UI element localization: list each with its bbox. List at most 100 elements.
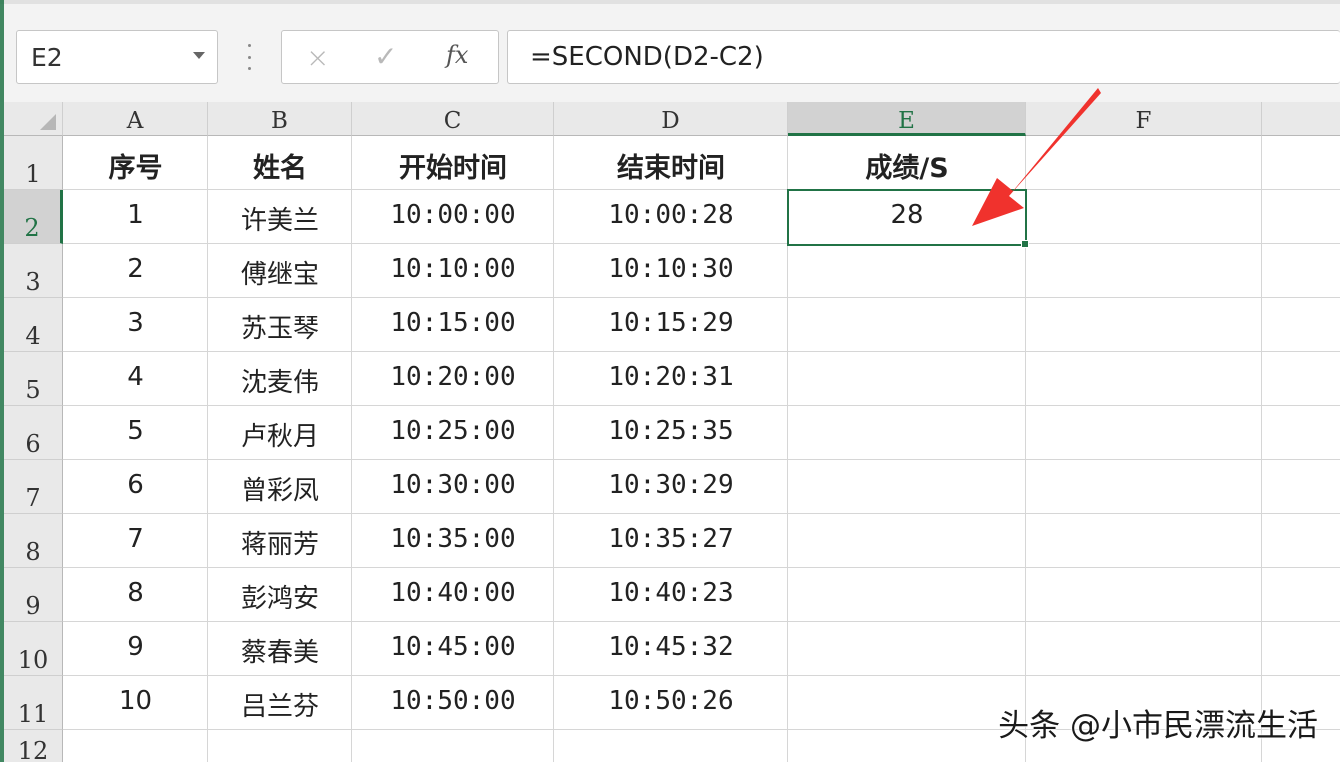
row-number: 7 (25, 484, 41, 512)
grid-line (63, 567, 1340, 568)
row-number: 1 (25, 160, 41, 188)
grid-line (1261, 136, 1262, 762)
cell-d5[interactable]: 10:20:31 (554, 362, 788, 392)
column-header-f[interactable]: F (1026, 102, 1262, 136)
cell-d7[interactable]: 10:30:29 (554, 470, 788, 500)
cell-b6[interactable]: 卢秋月 (208, 416, 352, 453)
cell-e1[interactable]: 成绩/S (788, 146, 1026, 185)
cell-d1[interactable]: 结束时间 (554, 146, 788, 185)
row-header-11[interactable]: 11 (4, 676, 63, 730)
row-header-4[interactable]: 4 (4, 298, 63, 352)
cell-c1[interactable]: 开始时间 (352, 146, 554, 185)
grid-line (63, 351, 1340, 352)
row-header-2[interactable]: 2 (4, 190, 63, 244)
column-header-a[interactable]: A (63, 102, 208, 136)
column-header-c[interactable]: C (352, 102, 554, 136)
column-header-g[interactable] (1262, 102, 1340, 136)
cell-b3[interactable]: 傅继宝 (208, 254, 352, 291)
name-box-value: E2 (31, 43, 63, 72)
cell-b8[interactable]: 蒋丽芳 (208, 524, 352, 561)
name-box[interactable]: E2 (16, 30, 218, 84)
grid-line (63, 189, 1340, 190)
row-number: 4 (25, 322, 41, 350)
row-header-9[interactable]: 9 (4, 568, 63, 622)
cell-b1[interactable]: 姓名 (208, 146, 352, 185)
row-number: 6 (25, 430, 41, 458)
cell-a5[interactable]: 4 (63, 362, 208, 392)
check-icon[interactable]: ✓ (374, 40, 397, 73)
cell-a1[interactable]: 序号 (63, 146, 208, 185)
grid-line (63, 243, 1340, 244)
cell-d4[interactable]: 10:15:29 (554, 308, 788, 338)
grid-line (63, 621, 1340, 622)
drag-handle-icon[interactable] (247, 44, 251, 70)
formula-buttons: × ✓ fx (281, 30, 499, 84)
row-header-6[interactable]: 6 (4, 406, 63, 460)
cell-d9[interactable]: 10:40:23 (554, 578, 788, 608)
cell-c7[interactable]: 10:30:00 (352, 470, 554, 500)
cell-c6[interactable]: 10:25:00 (352, 416, 554, 446)
cell-a8[interactable]: 7 (63, 524, 208, 554)
cell-a3[interactable]: 2 (63, 254, 208, 284)
column-header-e[interactable]: E (788, 102, 1026, 136)
row-number: 3 (25, 268, 41, 296)
cancel-icon[interactable]: × (306, 41, 329, 74)
cell-b4[interactable]: 苏玉琴 (208, 308, 352, 345)
insert-function-icon[interactable]: fx (446, 41, 468, 69)
row-header-8[interactable]: 8 (4, 514, 63, 568)
fill-handle[interactable] (1021, 240, 1029, 248)
cell-c4[interactable]: 10:15:00 (352, 308, 554, 338)
row-header-10[interactable]: 10 (4, 622, 63, 676)
formula-bar-area: E2 × ✓ fx =SECOND(D2-C2) (0, 0, 1340, 102)
cell-c9[interactable]: 10:40:00 (352, 578, 554, 608)
chevron-down-icon[interactable] (193, 52, 205, 59)
cell-d11[interactable]: 10:50:26 (554, 686, 788, 716)
cell-e2[interactable]: 28 (788, 200, 1026, 230)
cell-b10[interactable]: 蔡春美 (208, 632, 352, 669)
grid-line (63, 513, 1340, 514)
cell-a9[interactable]: 8 (63, 578, 208, 608)
row-number: 2 (24, 214, 40, 242)
grid-line (63, 459, 1340, 460)
cell-d10[interactable]: 10:45:32 (554, 632, 788, 662)
cell-d3[interactable]: 10:10:30 (554, 254, 788, 284)
cell-c10[interactable]: 10:45:00 (352, 632, 554, 662)
row-header-7[interactable]: 7 (4, 460, 63, 514)
formula-input[interactable]: =SECOND(D2-C2) (507, 30, 1340, 84)
cell-b2[interactable]: 许美兰 (208, 200, 352, 237)
cell-d8[interactable]: 10:35:27 (554, 524, 788, 554)
select-all-button[interactable] (4, 102, 63, 136)
row-number: 10 (17, 646, 49, 674)
row-number: 5 (25, 376, 41, 404)
row-number: 11 (17, 700, 49, 728)
cell-a10[interactable]: 9 (63, 632, 208, 662)
cell-c2[interactable]: 10:00:00 (352, 200, 554, 230)
grid-line (63, 675, 1340, 676)
row-number: 8 (25, 538, 41, 566)
window-left-edge (0, 0, 4, 762)
cell-c11[interactable]: 10:50:00 (352, 686, 554, 716)
cell-b7[interactable]: 曾彩凤 (208, 470, 352, 507)
cell-a4[interactable]: 3 (63, 308, 208, 338)
row-header-1[interactable]: 1 (4, 136, 63, 190)
column-header-d[interactable]: D (554, 102, 788, 136)
cell-c5[interactable]: 10:20:00 (352, 362, 554, 392)
cell-c3[interactable]: 10:10:00 (352, 254, 554, 284)
cell-a7[interactable]: 6 (63, 470, 208, 500)
row-header-3[interactable]: 3 (4, 244, 63, 298)
cell-d6[interactable]: 10:25:35 (554, 416, 788, 446)
grid-line (63, 405, 1340, 406)
cell-a11[interactable]: 10 (63, 686, 208, 716)
cell-b5[interactable]: 沈麦伟 (208, 362, 352, 399)
column-header-b[interactable]: B (208, 102, 352, 136)
cell-a2[interactable]: 1 (63, 200, 208, 230)
formula-text: =SECOND(D2-C2) (530, 42, 764, 72)
cell-a6[interactable]: 5 (63, 416, 208, 446)
row-header-5[interactable]: 5 (4, 352, 63, 406)
cell-d2[interactable]: 10:00:28 (554, 200, 788, 230)
cell-b11[interactable]: 吕兰芬 (208, 686, 352, 723)
row-header-12[interactable]: 12 (4, 730, 63, 765)
cell-b9[interactable]: 彭鸿安 (208, 578, 352, 615)
select-all-icon (40, 114, 56, 130)
cell-c8[interactable]: 10:35:00 (352, 524, 554, 554)
